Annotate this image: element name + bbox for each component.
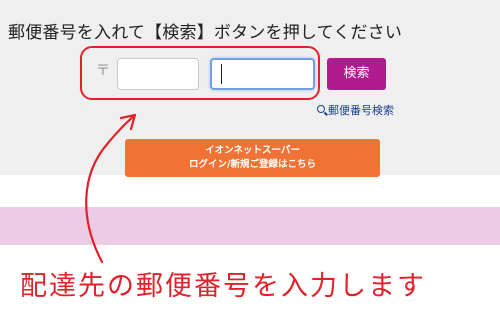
login-button-line2: ログイン/新規ご登録はこちら (189, 159, 316, 170)
search-button[interactable]: 検索 (327, 58, 386, 90)
magnifier-icon (317, 105, 325, 113)
postal-mark-icon: 〒 (96, 63, 110, 79)
instruction-text: 郵便番号を入れて【検索】ボタンを押してください (8, 23, 403, 43)
annotation-caption: 配達先の郵便番号を入力します (20, 271, 426, 302)
pink-band (0, 207, 500, 245)
text-cursor (221, 64, 222, 84)
postal-code-lookup-label: 郵便番号検索 (328, 104, 394, 117)
login-register-button[interactable]: イオンネットスーパー ログイン/新規ご登録はこちら (125, 139, 380, 177)
postal-code-second-field[interactable] (210, 58, 315, 90)
login-button-line1: イオンネットスーパー (205, 145, 300, 156)
postal-code-lookup-link[interactable]: 郵便番号検索 (317, 102, 394, 118)
postal-code-first-field[interactable] (117, 58, 199, 90)
